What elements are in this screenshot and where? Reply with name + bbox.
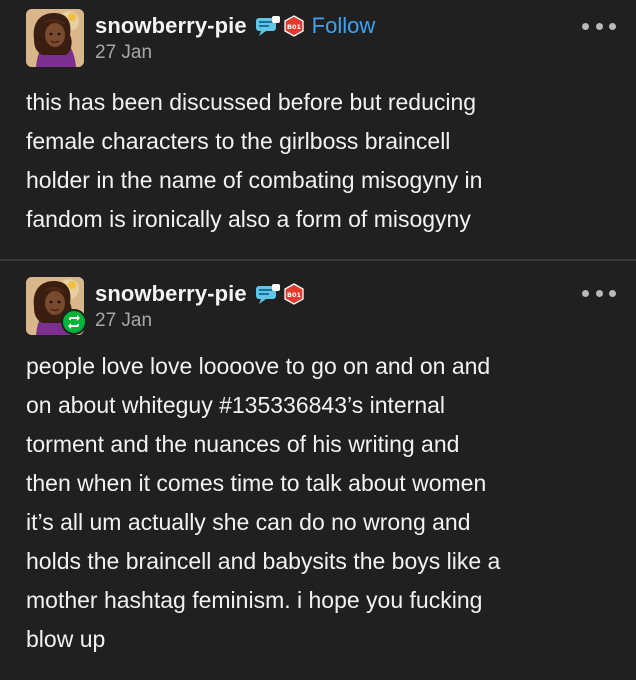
- post-text-line: holder in the name of combating misogyny…: [26, 167, 483, 193]
- post-text-line: holds the braincell and babysits the boy…: [26, 548, 501, 574]
- dot: [609, 289, 616, 297]
- post-header: snowberry-pie B01: [95, 279, 304, 309]
- ellipsis-icon[interactable]: [582, 287, 616, 299]
- avatar-illustration: [26, 9, 84, 67]
- post: snowberry-pie B01 27 Jan people love lov…: [0, 261, 636, 680]
- post-date[interactable]: 27 Jan: [95, 42, 152, 64]
- post-text-line: fandom is ironically also a form of miso…: [26, 206, 471, 232]
- badge-label: B01: [287, 23, 301, 31]
- avatar[interactable]: [26, 9, 84, 67]
- dot: [595, 289, 603, 297]
- follow-button[interactable]: Follow: [312, 13, 376, 39]
- hexagon-badge-icon[interactable]: B01: [284, 15, 304, 37]
- post-text-line: torment and the nuances of his writing a…: [26, 431, 460, 457]
- post-text-line: then when it comes time to talk about wo…: [26, 470, 487, 496]
- post-text-line: on about whiteguy #135336843’s internal: [26, 392, 446, 418]
- post-text-line: female characters to the girlboss brainc…: [26, 128, 451, 154]
- post-body: people love love loooove to go on and on…: [26, 347, 616, 659]
- dot: [609, 22, 616, 30]
- reblog-icon: [61, 309, 87, 335]
- dot: [582, 289, 589, 297]
- dot: [595, 22, 603, 30]
- username[interactable]: snowberry-pie: [95, 281, 247, 307]
- hexagon-badge-icon[interactable]: B01: [284, 283, 304, 305]
- post-text-line: mother hashtag feminism. i hope you fuck…: [26, 587, 483, 613]
- chat-badge-icon[interactable]: [255, 283, 281, 305]
- post-text-line: this has been discussed before but reduc…: [26, 89, 477, 115]
- post: snowberry-pie B01 Follow 27 Jan this has…: [0, 0, 636, 260]
- post-text-line: it’s all um actually she can do no wrong…: [26, 509, 471, 535]
- ellipsis-icon[interactable]: [582, 20, 616, 32]
- post-text-line: people love love loooove to go on and on…: [26, 353, 491, 379]
- username[interactable]: snowberry-pie: [95, 13, 247, 39]
- post-header: snowberry-pie B01 Follow: [95, 11, 375, 41]
- post-body: this has been discussed before but reduc…: [26, 83, 616, 239]
- badge-label: B01: [287, 291, 301, 299]
- dot: [582, 22, 589, 30]
- post-date[interactable]: 27 Jan: [95, 310, 152, 332]
- post-text-line: blow up: [26, 626, 106, 652]
- chat-badge-icon[interactable]: [255, 15, 281, 37]
